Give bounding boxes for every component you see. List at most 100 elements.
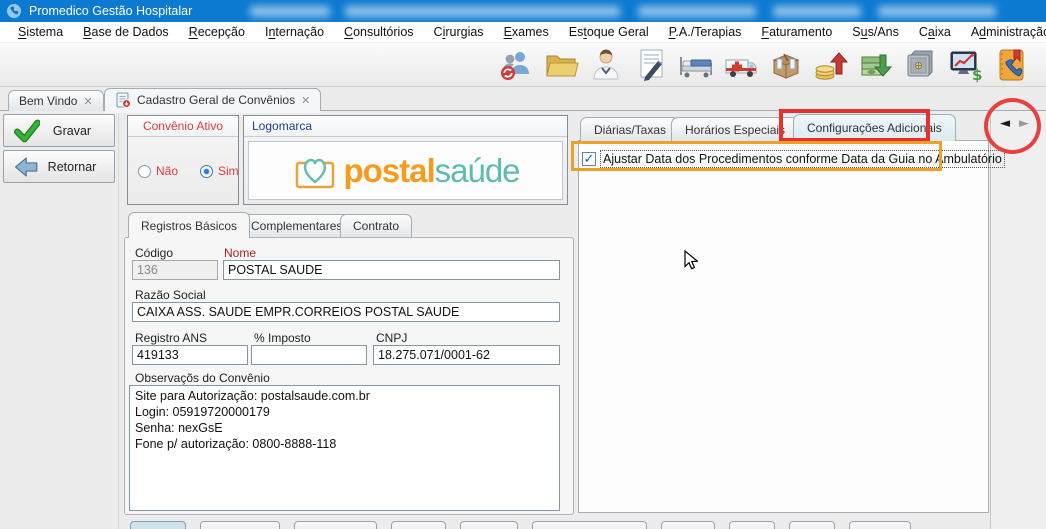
- tab-scroll-right-arrow[interactable]: ►: [1019, 116, 1029, 131]
- money-down-icon[interactable]: [858, 47, 894, 83]
- tab-bem-vindo[interactable]: Bem Vindo ✕: [8, 90, 104, 111]
- ajustar-data-checkbox-row[interactable]: ✓ Ajustar Data dos Procedimentos conform…: [582, 150, 1005, 168]
- patients-folder-icon[interactable]: [543, 47, 579, 83]
- radio-nao-circle-icon[interactable]: [138, 165, 151, 178]
- menu-exames[interactable]: Exames: [494, 23, 559, 41]
- tab-contrato-label: Contrato: [353, 219, 399, 233]
- safe-icon[interactable]: [903, 47, 939, 83]
- radio-sim-label: Sim: [218, 164, 239, 178]
- bottom-tab-button[interactable]: [661, 521, 715, 529]
- registro-ans-field[interactable]: [132, 345, 248, 365]
- imposto-field[interactable]: [251, 345, 367, 365]
- razao-social-field[interactable]: [132, 302, 560, 322]
- menu-administracao[interactable]: Administração: [961, 23, 1046, 41]
- registros-basicos-page: Código Nome Razão Social Registro ANS % …: [124, 237, 574, 515]
- bottom-tab-button[interactable]: [460, 521, 518, 529]
- menu-estoque-geral[interactable]: Estoque Geral: [559, 23, 659, 41]
- document-badge-icon: [115, 92, 131, 108]
- radio-nao[interactable]: Não: [138, 164, 178, 178]
- checkmark-icon: ✓: [584, 152, 595, 165]
- bottom-tab-button[interactable]: [294, 521, 377, 529]
- tab-complementares[interactable]: Complementares: [238, 214, 355, 237]
- finance-chart-icon[interactable]: $: [948, 47, 984, 83]
- ambulance-icon[interactable]: [723, 47, 759, 83]
- tab-configuracoes-adicionais[interactable]: Configurações Adicionais: [793, 114, 956, 141]
- return-button[interactable]: Retornar: [3, 150, 115, 183]
- menu-bar: Sistema Base de Dados Recepção Internaçã…: [0, 22, 1046, 43]
- menu-base-de-dados[interactable]: Base de Dados: [73, 23, 178, 41]
- brand-postal: postal: [343, 152, 434, 190]
- application-window: Promedico Gestão Hospitalar Sistema Base…: [0, 0, 1046, 529]
- radio-sim-circle-icon[interactable]: [200, 165, 213, 178]
- tab-scroll-left-arrow[interactable]: ◄: [1000, 116, 1010, 131]
- menu-faturamento[interactable]: Faturamento: [751, 23, 842, 41]
- bottom-tab-button[interactable]: [532, 521, 647, 529]
- tab-configuracoes-adicionais-label: Configurações Adicionais: [807, 121, 942, 135]
- tab-contrato[interactable]: Contrato: [340, 214, 412, 237]
- bottom-tab-button[interactable]: [729, 521, 775, 529]
- redacted-text: [773, 6, 861, 17]
- cnpj-label: CNPJ: [376, 331, 407, 345]
- bottom-tab-row: [130, 521, 911, 529]
- menu-recepcao[interactable]: Recepção: [179, 23, 255, 41]
- action-sidebar: Gravar Retornar: [0, 111, 119, 529]
- tab-diarias-taxas[interactable]: Diárias/Taxas: [580, 117, 680, 141]
- tab-horarios-especiais[interactable]: Horários Especiais: [671, 117, 799, 141]
- users-sync-icon[interactable]: [498, 47, 534, 83]
- phone-book-icon[interactable]: [993, 47, 1029, 83]
- menu-pa-terapias[interactable]: P.A./Terapias: [659, 23, 752, 41]
- nome-field[interactable]: [223, 260, 560, 280]
- convenio-ativo-groupbox: Convênio Ativo Não Sim: [127, 115, 239, 205]
- imposto-label: % Imposto: [254, 331, 311, 345]
- radio-sim[interactable]: Sim: [200, 164, 239, 178]
- menu-internacao[interactable]: Internação: [255, 23, 334, 41]
- svg-text:$: $: [972, 66, 982, 83]
- razao-social-label: Razão Social: [135, 288, 206, 302]
- title-bar: Promedico Gestão Hospitalar: [0, 0, 1046, 22]
- blue-back-arrow-icon: [14, 156, 40, 178]
- save-button[interactable]: Gravar: [3, 114, 115, 147]
- redacted-text: [638, 6, 756, 17]
- tab-complementares-label: Complementares: [251, 219, 342, 233]
- save-button-label: Gravar: [40, 124, 104, 138]
- bottom-tab-button[interactable]: [130, 521, 186, 529]
- postal-saude-envelope-heart-icon: [291, 150, 339, 192]
- doctor-icon[interactable]: [588, 47, 624, 83]
- close-icon[interactable]: ✕: [83, 95, 92, 108]
- right-gutter: [990, 111, 1046, 529]
- tab-registros-basicos-label: Registros Básicos: [141, 219, 237, 233]
- document-pen-icon[interactable]: [633, 47, 669, 83]
- menu-sus-ans[interactable]: Sus/Ans: [842, 23, 909, 41]
- observacoes-textarea[interactable]: Site para Autorização: postalsaude.com.b…: [129, 385, 560, 511]
- registro-ans-label: Registro ANS: [135, 331, 207, 345]
- convenio-ativo-title: Convênio Ativo: [128, 116, 238, 137]
- close-icon[interactable]: ✕: [301, 94, 310, 107]
- menu-cirurgias[interactable]: Cirurgias: [424, 23, 494, 41]
- tab-registros-basicos[interactable]: Registros Básicos: [128, 212, 250, 238]
- codigo-label: Código: [135, 246, 173, 260]
- menu-caixa[interactable]: Caixa: [909, 23, 961, 41]
- cnpj-field[interactable]: [373, 345, 560, 365]
- configuracoes-adicionais-page: [578, 140, 989, 513]
- hospital-bed-icon[interactable]: [678, 47, 714, 83]
- tab-diarias-taxas-label: Diárias/Taxas: [594, 123, 666, 137]
- logomarca-groupbox: Logomarca postalsaúde: [243, 115, 568, 205]
- logo-image: postalsaúde: [248, 141, 563, 200]
- tab-bem-vindo-label: Bem Vindo: [19, 94, 77, 108]
- stock-box-icon[interactable]: [768, 47, 804, 83]
- billing-up-icon[interactable]: [813, 47, 849, 83]
- bottom-tab-button[interactable]: [849, 521, 911, 529]
- menu-consultorios[interactable]: Consultórios: [334, 23, 423, 41]
- redacted-text: [878, 6, 996, 17]
- observacoes-label: Observaçõs do Convênio: [135, 371, 270, 385]
- bottom-tab-button[interactable]: [789, 521, 835, 529]
- bottom-tab-button[interactable]: [391, 521, 446, 529]
- menu-sistema[interactable]: Sistema: [8, 23, 73, 41]
- tab-cadastro-geral-convenios[interactable]: Cadastro Geral de Convênios ✕: [104, 88, 321, 111]
- tab-horarios-especiais-label: Horários Especiais: [685, 123, 785, 137]
- codigo-field: [132, 260, 218, 280]
- bottom-tab-button[interactable]: [200, 521, 280, 529]
- green-check-icon: [14, 119, 40, 143]
- brand-saude: saúde: [435, 152, 520, 190]
- ajustar-data-checkbox[interactable]: ✓: [582, 152, 596, 166]
